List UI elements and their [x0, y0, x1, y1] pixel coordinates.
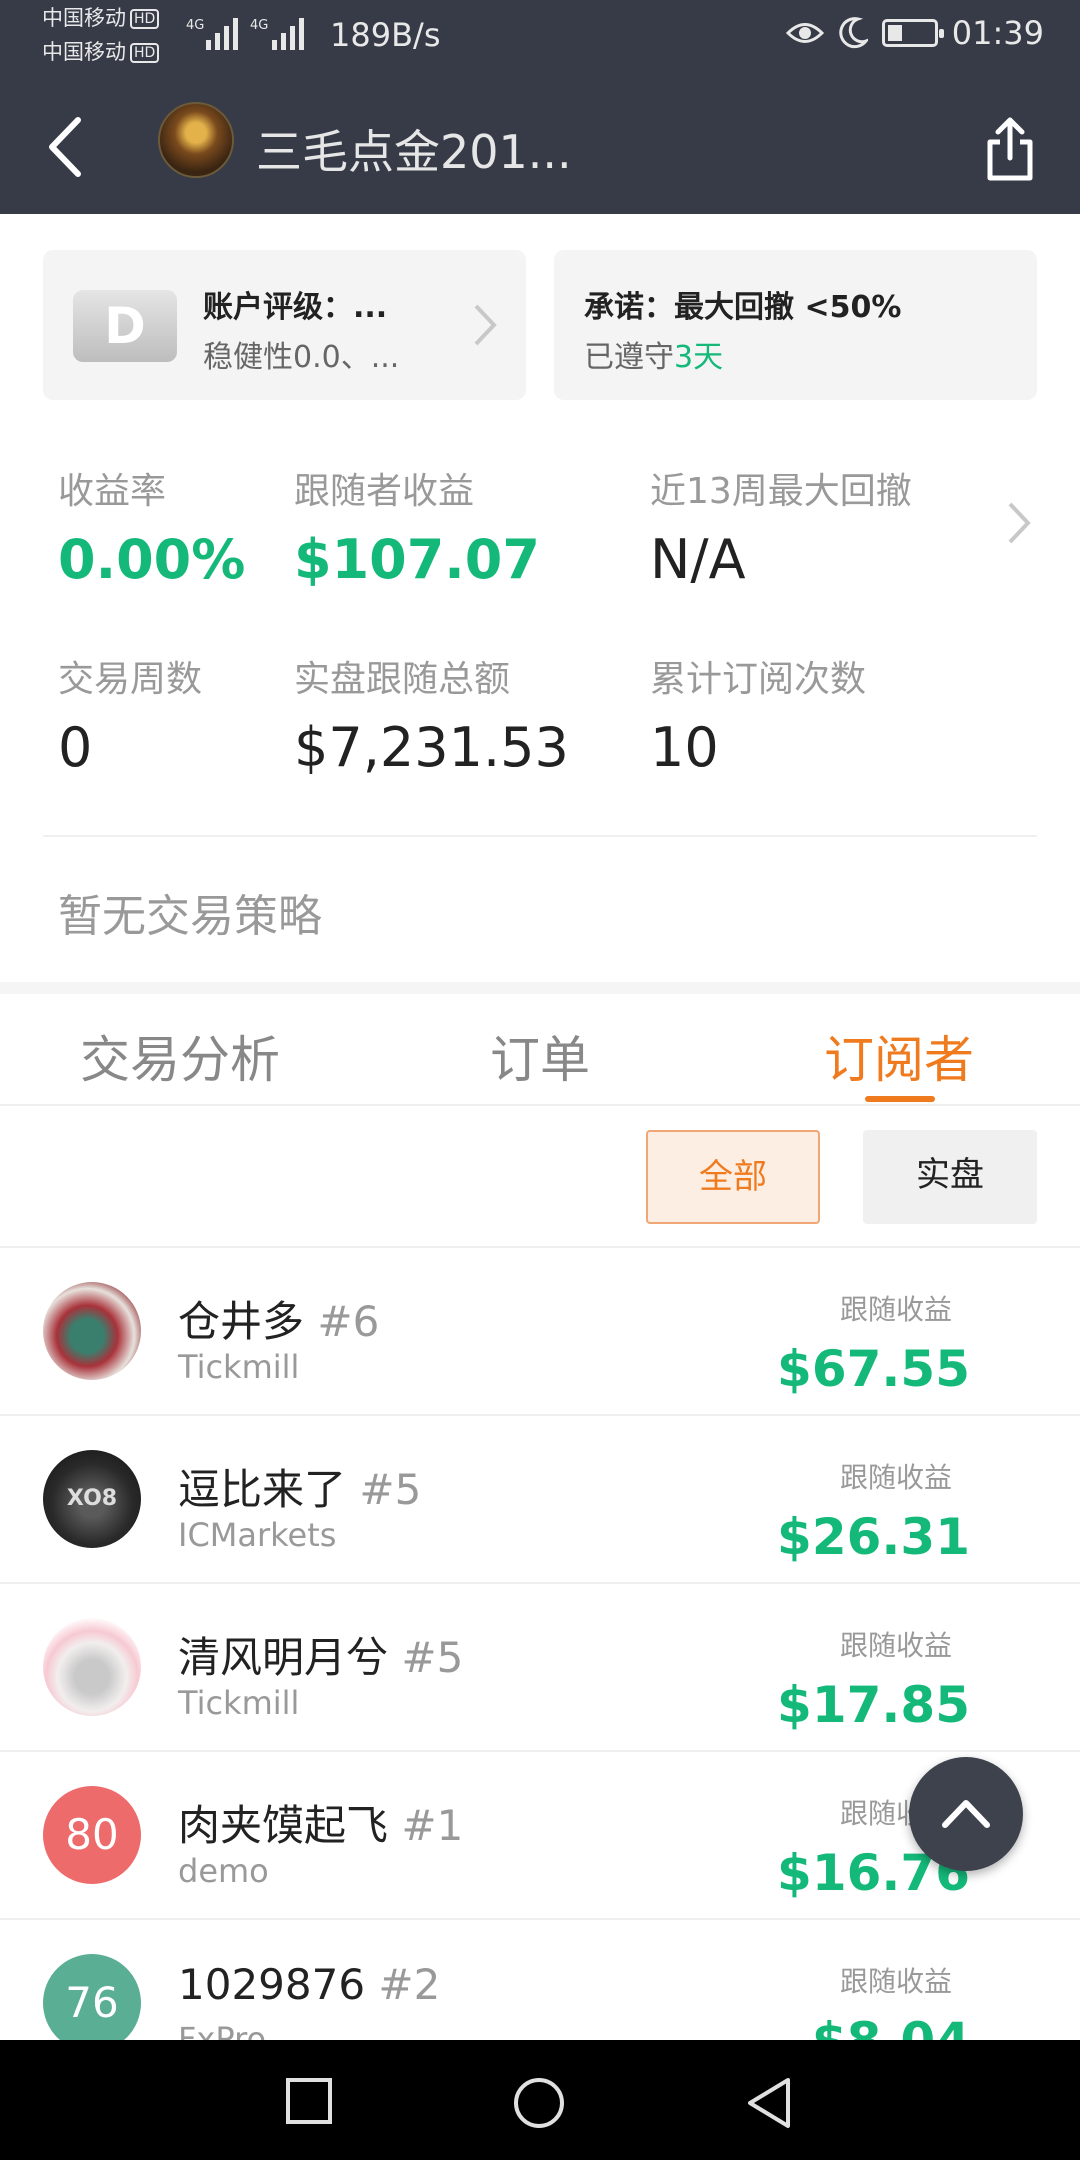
stat-total-follow-amount: 实盘跟随总额 $7,231.53: [294, 659, 569, 779]
profit-label: 跟随收益: [839, 1629, 952, 1662]
filter-real-button[interactable]: 实盘: [863, 1130, 1037, 1224]
page-title: 三毛点金201...: [256, 125, 572, 179]
back-arrow-icon[interactable]: [40, 112, 100, 182]
subscriber-name: 1029876 #2: [178, 1960, 441, 2009]
signal-icon-2: [272, 16, 304, 50]
top-bar: 中国移动 HD 中国移动 HD 4G 4G 189B/s 01:39 三毛点金201…: [0, 0, 1080, 214]
subscriber-name: 清风明月兮 #5: [178, 1633, 464, 1682]
rating-title: 账户评级：...: [203, 290, 388, 325]
chevron-up-icon: [942, 1800, 990, 1828]
trader-avatar[interactable]: [158, 102, 234, 178]
avatar: XO8: [43, 1450, 141, 1548]
divider: [43, 835, 1037, 837]
tab-trading-analysis[interactable]: 交易分析: [80, 1020, 280, 1092]
network-speed: 189B/s: [330, 16, 441, 54]
rating-subtitle: 稳健性0.0、...: [203, 340, 400, 375]
carrier-1: 中国移动 HD: [42, 6, 160, 30]
status-icons: 01:39: [785, 14, 1044, 52]
status-bar: 中国移动 HD 中国移动 HD 4G 4G 189B/s 01:39: [0, 0, 1080, 72]
tabs-divider: [0, 1104, 1080, 1106]
subscriber-name: 仓井多 #6: [178, 1297, 380, 1346]
promise-subtitle: 已遵守3天: [584, 340, 724, 375]
back-nav-icon[interactable]: [744, 2076, 794, 2130]
carrier-2: 中国移动 HD: [42, 40, 160, 64]
share-icon[interactable]: [980, 114, 1040, 184]
list-item[interactable]: 清风明月兮 #5 Tickmill 跟随收益 $17.85: [0, 1584, 1080, 1752]
stat-trading-weeks: 交易周数 0: [58, 659, 203, 779]
avatar: 76: [43, 1954, 141, 2052]
clock: 01:39: [951, 14, 1044, 52]
battery-icon: [881, 19, 944, 47]
system-nav-bar: [0, 2040, 1080, 2160]
stat-return-rate: 收益率 0.00%: [58, 471, 246, 591]
rating-badge: D: [73, 290, 177, 362]
broker-name: Tickmill: [178, 1348, 300, 1386]
avatar: [43, 1618, 141, 1716]
section-gap: [0, 982, 1080, 994]
stat-max-drawdown[interactable]: 近13周最大回撤 N/A: [650, 462, 912, 591]
profit-label: 跟随收益: [839, 1293, 952, 1326]
header-nav: 三毛点金201...: [0, 72, 1080, 214]
home-icon[interactable]: [512, 2076, 566, 2130]
broker-name: Tickmill: [178, 1684, 300, 1722]
network-type-2: 4G: [250, 18, 269, 33]
stat-subscription-count: 累计订阅次数 10: [650, 659, 867, 779]
profit-label: 跟随收益: [839, 1461, 952, 1494]
promise-card[interactable]: 承诺：最大回撤 <50% 已遵守3天: [554, 250, 1037, 400]
profit-amount: $67.55: [777, 1340, 970, 1398]
moon-icon: [839, 17, 868, 49]
chevron-right-icon[interactable]: [1004, 498, 1034, 548]
filter-all-button[interactable]: 全部: [646, 1130, 820, 1224]
tab-subscribers[interactable]: 订阅者: [824, 1020, 974, 1092]
profit-amount: $26.31: [777, 1508, 970, 1566]
account-rating-card[interactable]: D 账户评级：... 稳健性0.0、...: [43, 250, 526, 400]
broker-name: demo: [178, 1852, 269, 1890]
avatar: 80: [43, 1786, 141, 1884]
profit-amount: $17.85: [777, 1676, 970, 1734]
promise-title: 承诺：最大回撤 <50%: [584, 290, 902, 325]
signal-icon-1: [206, 16, 238, 50]
eye-icon: [785, 23, 824, 43]
broker-name: ICMarkets: [178, 1516, 337, 1554]
subscriber-name: 逗比来了 #5: [178, 1465, 422, 1514]
chevron-right-icon: [474, 304, 497, 346]
network-type-1: 4G: [186, 18, 205, 33]
subscriber-name: 肉夹馍起飞 #1: [178, 1801, 464, 1850]
scroll-to-top-button[interactable]: [909, 1757, 1023, 1871]
list-item[interactable]: 仓井多 #6 Tickmill 跟随收益 $67.55: [0, 1248, 1080, 1416]
strategy-text: 暂无交易策略: [58, 891, 322, 942]
list-item[interactable]: XO8 逗比来了 #5 ICMarkets 跟随收益 $26.31: [0, 1416, 1080, 1584]
active-tab-indicator: [865, 1096, 935, 1102]
recent-apps-icon[interactable]: [284, 2076, 334, 2126]
stat-follower-profit: 跟随者收益 $107.07: [294, 471, 540, 591]
avatar: [43, 1282, 141, 1380]
profit-label: 跟随收益: [839, 1965, 952, 1998]
tab-orders[interactable]: 订单: [490, 1020, 590, 1092]
